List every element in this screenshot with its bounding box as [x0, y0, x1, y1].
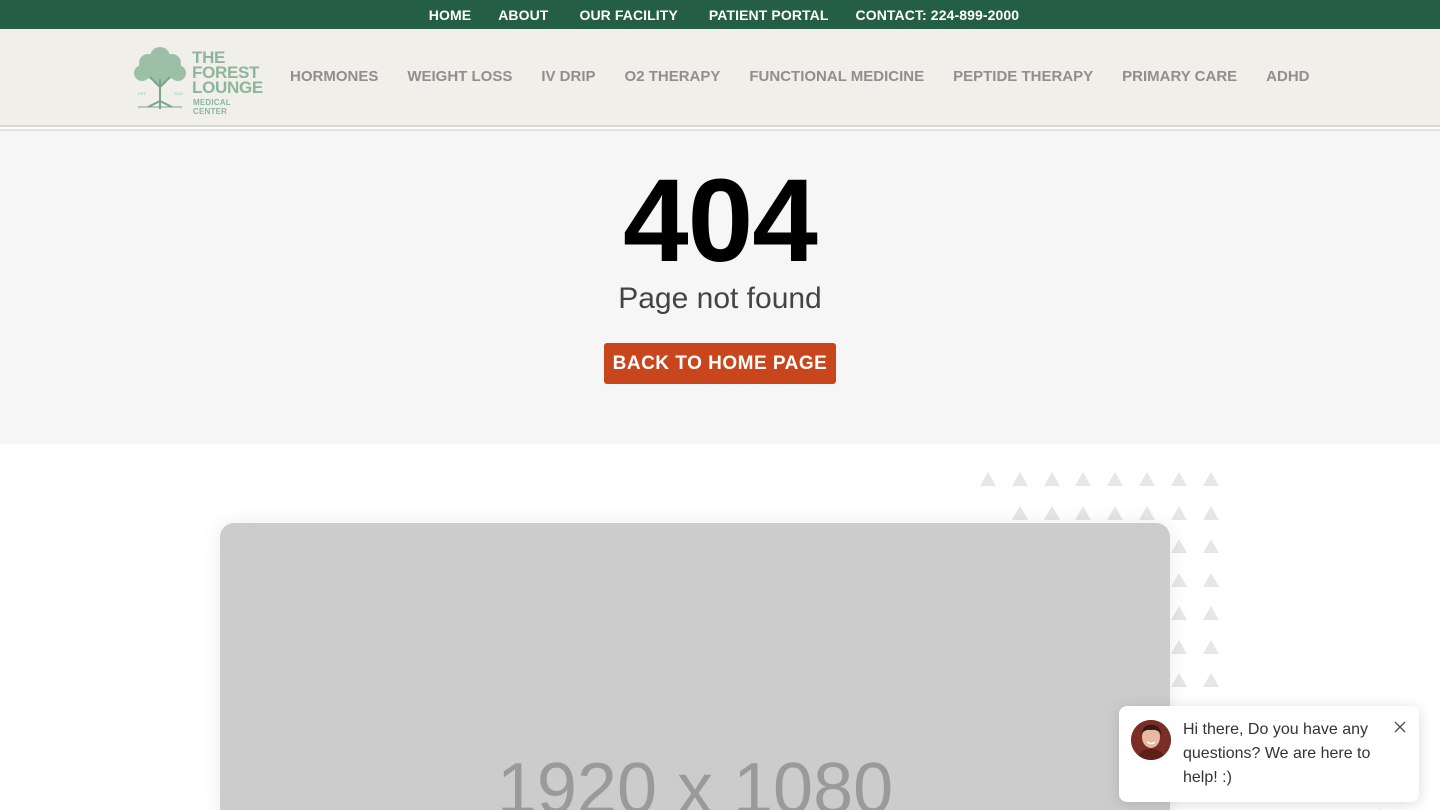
tree-logo-icon: EST 2022 [134, 47, 186, 109]
triangle-shape [1202, 673, 1219, 687]
avatar [1131, 720, 1171, 760]
topbar-link-patient-portal[interactable]: PATIENT PORTAL [709, 7, 829, 23]
triangle-shape [1139, 505, 1155, 520]
image-placeholder: 1920 x 1080 [220, 523, 1170, 810]
triangle-shape [1202, 539, 1219, 553]
chat-message: Hi there, Do you have any questions? We … [1183, 721, 1371, 786]
triangle-shape [1107, 472, 1124, 486]
triangle-shape [1170, 539, 1187, 553]
nav-item-o2-therapy[interactable]: O2 THERAPY [625, 68, 721, 85]
triangle-shape [1202, 472, 1219, 486]
triangle-shape [1011, 472, 1028, 486]
back-to-home-button[interactable]: BACK TO HOME PAGE [604, 343, 836, 384]
triangle-shape [1139, 472, 1155, 486]
topbar-link-home[interactable]: HOME [429, 7, 471, 23]
logo-line-3: LOUNGE [192, 78, 263, 97]
site-header: EST 2022 THE FOREST LOUNGE MEDICAL CENTE… [0, 29, 1440, 127]
triangle-shape [1170, 472, 1187, 486]
error-message: Page not found [618, 282, 822, 315]
topbar-link-about[interactable]: ABOUT [498, 7, 548, 23]
triangle-shape [1075, 505, 1092, 520]
top-bar: HOME ABOUT OUR FACILITY PATIENT PORTAL C… [0, 0, 1440, 29]
triangle-shape [1043, 505, 1060, 520]
placeholder-label: 1920 x 1080 [496, 749, 894, 810]
nav-item-hormones[interactable]: HORMONES [290, 68, 378, 85]
logo-subtitle: MEDICAL CENTER [193, 98, 231, 116]
triangle-shape [1011, 505, 1028, 520]
topbar-link-facility[interactable]: OUR FACILITY [579, 7, 677, 23]
nav-item-peptide-therapy[interactable]: PEPTIDE THERAPY [953, 68, 1093, 85]
triangle-shape [1043, 472, 1060, 486]
nav-item-adhd[interactable]: ADHD [1266, 68, 1309, 85]
site-logo[interactable]: EST 2022 THE FOREST LOUNGE MEDICAL CENTE… [130, 43, 264, 116]
nav-item-primary-care[interactable]: PRIMARY CARE [1122, 68, 1237, 85]
triangle-shape [1170, 639, 1187, 654]
svg-text:2022: 2022 [174, 91, 184, 96]
triangle-shape [1170, 572, 1187, 587]
triangle-shape [1107, 505, 1124, 520]
triangle-shape [1075, 472, 1092, 486]
nav-item-iv-drip[interactable]: IV DRIP [541, 68, 595, 85]
triangle-shape [1170, 505, 1187, 520]
triangle-shape [980, 472, 996, 486]
svg-text:EST: EST [138, 91, 146, 96]
nav-item-weight-loss[interactable]: WEIGHT LOSS [407, 68, 512, 85]
triangle-shape [1170, 673, 1187, 687]
triangle-shape [1202, 572, 1219, 587]
triangle-shape [1202, 505, 1219, 520]
chat-popup[interactable]: Hi there, Do you have any questions? We … [1119, 706, 1419, 802]
error-code: 404 [623, 155, 818, 287]
triangle-shape [1202, 606, 1219, 620]
logo-wordmark: THE FOREST LOUNGE [192, 49, 263, 97]
topbar-link-contact[interactable]: CONTACT: 224-899-2000 [856, 7, 1020, 23]
main-nav: HORMONES WEIGHT LOSS IV DRIP O2 THERAPY … [290, 68, 1310, 85]
error-section: 404 Page not found BACK TO HOME PAGE [0, 131, 1440, 444]
nav-item-functional-medicine[interactable]: FUNCTIONAL MEDICINE [749, 68, 924, 85]
triangle-shape [1202, 639, 1219, 654]
close-icon[interactable] [1391, 718, 1409, 736]
triangle-shape [1170, 606, 1187, 620]
